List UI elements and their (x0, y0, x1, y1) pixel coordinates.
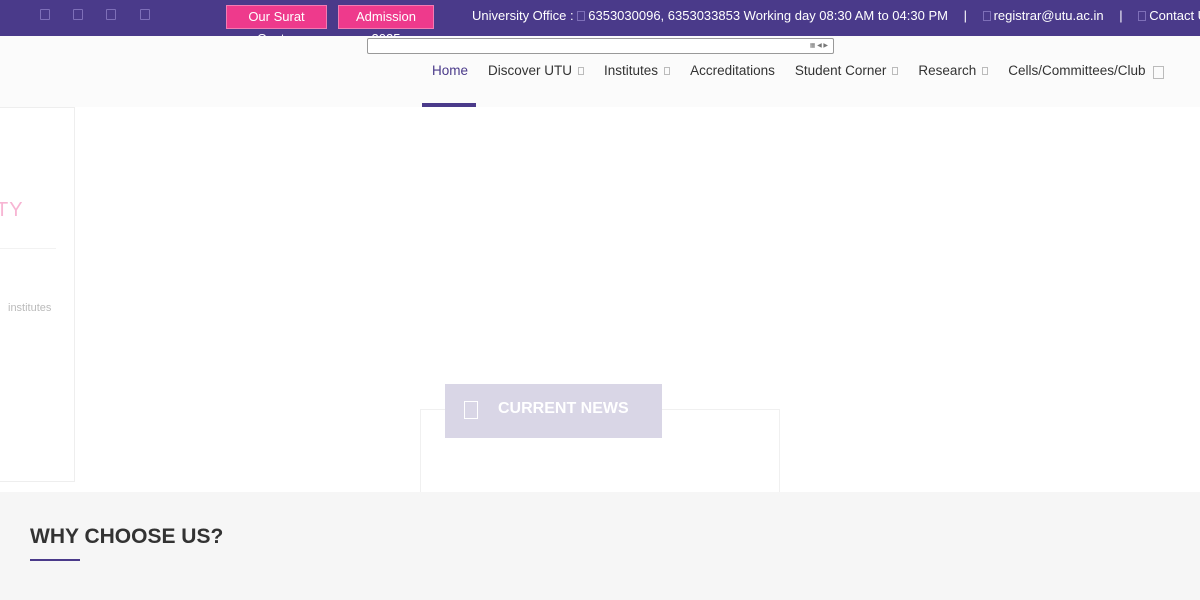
why-choose-us-section: WHY CHOOSE US? (0, 492, 1200, 600)
nav-cells-committees-club[interactable]: Cells/Committees/Club (1008, 63, 1145, 78)
side-card-title: TY (0, 199, 24, 221)
admission-button[interactable]: Admission 2025 (338, 5, 434, 46)
twitter-icon[interactable] (73, 9, 83, 20)
divider (0, 248, 56, 249)
surat-center-button[interactable]: Our Surat Center (226, 5, 327, 46)
instagram-icon[interactable] (106, 9, 116, 20)
mini-search-bar[interactable]: ▦ ◀ ▶ (367, 38, 834, 54)
separator: | (1119, 8, 1123, 23)
nav-research[interactable]: Research (918, 63, 989, 78)
contact-info: University Office : 6353030096, 63530338… (472, 8, 1200, 23)
nav-student-corner[interactable]: Student Corner (795, 63, 899, 78)
linkedin-icon[interactable] (140, 9, 150, 20)
main-header: ▦ ◀ ▶ Home Discover UTU Institutes Accre… (0, 36, 1200, 107)
office-label: University Office : (472, 8, 574, 23)
phone-numbers: 6353030096, 6353033853 Working day 08:30… (588, 8, 948, 23)
separator: | (963, 8, 967, 23)
contact-icon (1138, 11, 1147, 21)
chevron-down-icon (982, 66, 989, 75)
mini-search-controls[interactable]: ▦ ◀ ▶ (810, 39, 828, 53)
title-underline (30, 559, 80, 561)
search-icon[interactable] (1153, 66, 1164, 79)
nav-institutes[interactable]: Institutes (604, 63, 671, 78)
top-bar: Our Surat Center Admission 2025 Universi… (0, 0, 1200, 46)
nav-discover-utu[interactable]: Discover UTU (488, 63, 585, 78)
chevron-down-icon (578, 66, 585, 75)
side-card-subtext: institutes (8, 302, 52, 314)
phone-icon (577, 11, 586, 21)
side-card: TY institutes (0, 107, 75, 482)
main-nav: Home Discover UTU Institutes Accreditati… (432, 63, 1166, 78)
chevron-down-icon (664, 66, 671, 75)
contact-us-link[interactable]: Contact Us (1149, 8, 1200, 23)
chevron-down-icon (892, 66, 899, 75)
news-icon (464, 401, 478, 419)
nav-home[interactable]: Home (432, 63, 468, 78)
section-title: WHY CHOOSE US? (30, 525, 224, 548)
email-link[interactable]: registrar@utu.ac.in (994, 8, 1104, 23)
facebook-icon[interactable] (40, 9, 50, 20)
email-icon (982, 11, 991, 21)
current-news-title: CURRENT NEWS (498, 400, 629, 417)
nav-accreditations[interactable]: Accreditations (690, 63, 775, 78)
current-news-header: CURRENT NEWS (445, 384, 662, 438)
